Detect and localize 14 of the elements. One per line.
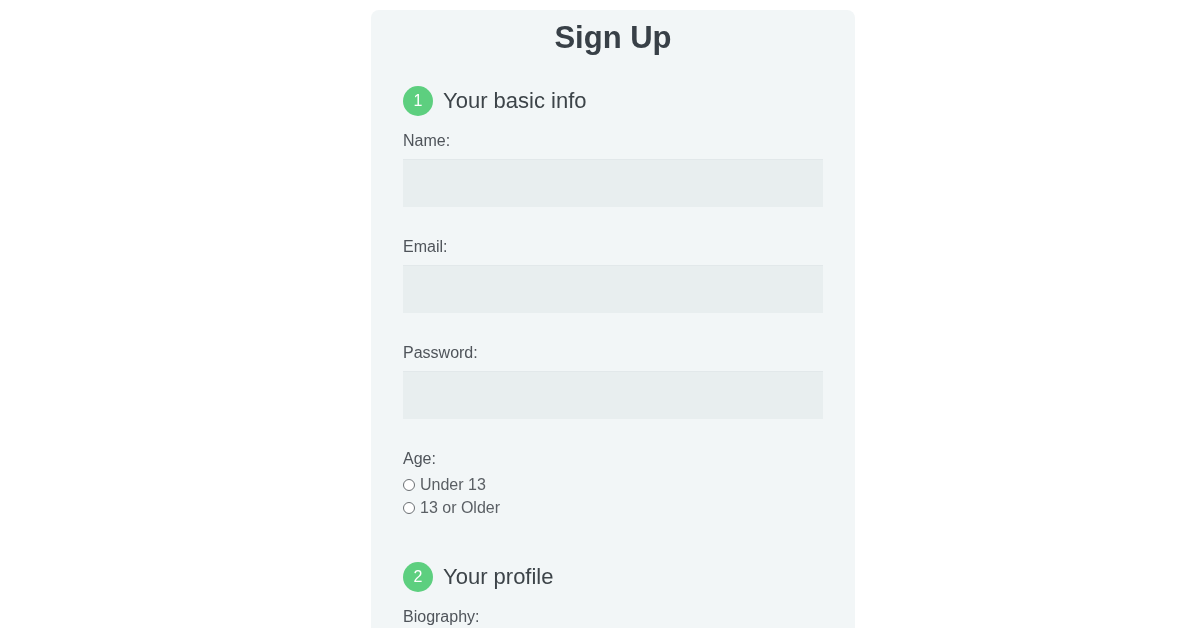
page-title: Sign Up xyxy=(553,19,673,57)
section-heading: Your basic info xyxy=(443,87,587,115)
field-label: Name: xyxy=(403,131,452,151)
field-label: Password: xyxy=(403,343,479,363)
section-heading: Your profile xyxy=(443,563,554,591)
step-number: 2 xyxy=(403,562,433,592)
radio-button[interactable] xyxy=(403,501,415,514)
radio-label: 13 or Older xyxy=(420,498,501,517)
step-number: 1 xyxy=(403,86,433,116)
field-label: Email: xyxy=(403,237,449,257)
field-label: Biography: xyxy=(403,607,481,627)
field-label: Age: xyxy=(403,449,437,469)
radio-label: Under 13 xyxy=(420,475,486,494)
radio-button[interactable] xyxy=(403,478,415,491)
